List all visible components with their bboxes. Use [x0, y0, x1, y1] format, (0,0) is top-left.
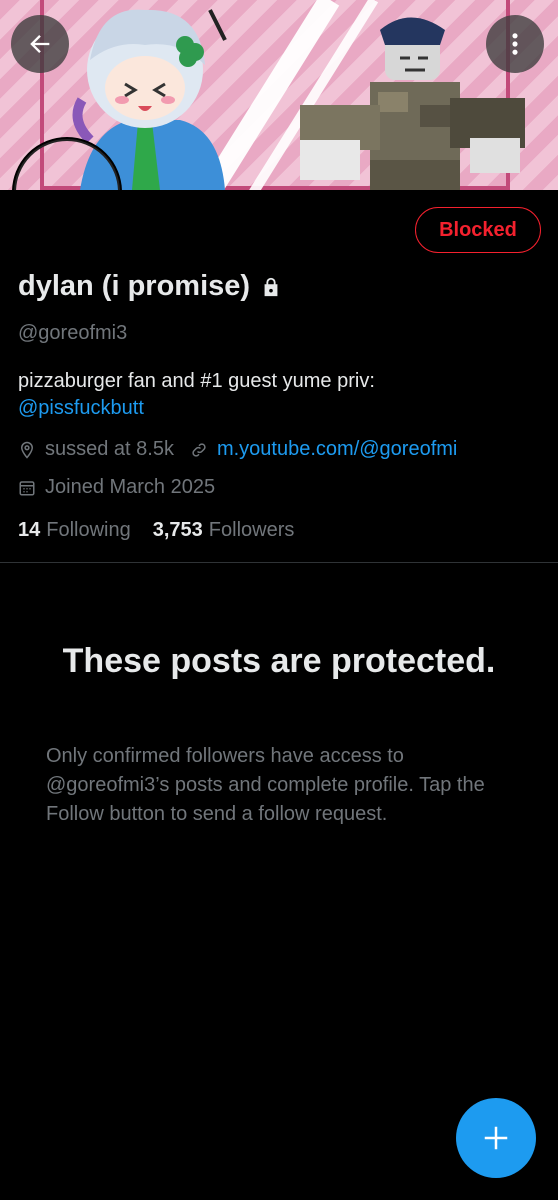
following-label: Following	[46, 519, 131, 541]
section-divider	[0, 562, 558, 563]
profile-name-row: dylan (i promise)	[18, 270, 282, 303]
following-stat[interactable]: 14 Following	[18, 519, 131, 542]
lock-icon	[260, 276, 282, 298]
calendar-icon	[19, 480, 35, 495]
profile-handle: @goreofmi3	[18, 322, 128, 344]
followers-count: 3,753	[152, 519, 203, 541]
profile-bio: pizzaburger fan and #1 guest yume priv: …	[18, 368, 538, 422]
more-options-button[interactable]	[486, 15, 544, 73]
back-button[interactable]	[11, 15, 69, 73]
website-link[interactable]: m.youtube.com/@goreofmi	[217, 438, 457, 461]
following-count: 14	[18, 519, 41, 541]
blocked-button[interactable]: Blocked	[415, 207, 541, 253]
avatar[interactable]	[12, 137, 122, 190]
bio-text: pizzaburger fan and #1 guest yume priv:	[18, 370, 375, 392]
location-pin-icon	[20, 441, 34, 459]
display-name: dylan (i promise)	[18, 270, 251, 302]
followers-label: Followers	[208, 519, 295, 541]
follow-stats: 14 Following 3,753 Followers	[18, 519, 294, 542]
joined-text: Joined March 2025	[45, 476, 216, 498]
followers-stat[interactable]: 3,753 Followers	[153, 519, 295, 542]
link-icon	[192, 442, 206, 457]
protected-posts-description: Only confirmed followers have access to …	[46, 745, 485, 825]
bio-mention-link[interactable]: @pissfuckbutt	[18, 395, 538, 422]
protected-posts-title: These posts are protected.	[62, 642, 496, 680]
more-vertical-icon	[512, 33, 518, 55]
profile-meta-row: sussed at 8.5k m.youtube.com/@goreofmi	[18, 438, 473, 461]
plus-icon	[484, 1126, 508, 1150]
joined-date-row: Joined March 2025	[18, 476, 215, 499]
compose-post-button[interactable]	[456, 1098, 536, 1178]
website-item[interactable]: m.youtube.com/@goreofmi	[190, 438, 457, 461]
location-item: sussed at 8.5k	[18, 438, 174, 461]
location-text: sussed at 8.5k	[45, 438, 174, 460]
arrow-left-icon	[30, 35, 50, 53]
